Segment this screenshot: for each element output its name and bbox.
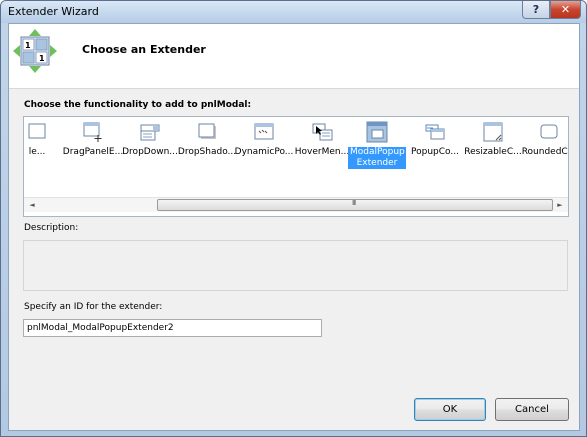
extender-item[interactable]: DropDown... [119, 117, 181, 197]
close-button[interactable]: ✕ [550, 1, 581, 19]
help-button[interactable]: ? [522, 1, 550, 19]
window-title: Extender Wizard [8, 5, 99, 18]
dialog-client-area: 1 1 Choose an Extender Choose the functi… [8, 23, 580, 431]
scroll-right-arrow-icon[interactable]: ► [553, 198, 567, 212]
extender-label: DropShado... [177, 147, 237, 157]
svg-text:1: 1 [25, 41, 31, 50]
extender-label: RoundedC... [521, 147, 568, 157]
extender-label: HoverMen... [294, 147, 350, 157]
extender-item[interactable]: PopupCo... [404, 117, 466, 197]
scroll-left-arrow-icon[interactable]: ◄ [25, 198, 39, 212]
scroll-grip-icon: III [352, 199, 356, 207]
extender-label: DropDown... [122, 147, 178, 157]
header-title: Choose an Extender [82, 43, 206, 56]
extender-label: ModalPopup Extender [348, 147, 406, 169]
extender-items: le... DragPanelE... DropDown... DropShad… [24, 117, 568, 197]
functionality-label: Choose the functionality to add to pnlMo… [24, 100, 252, 110]
id-field-label: Specify an ID for the extender: [24, 302, 163, 312]
drop-shadow-icon [198, 123, 216, 139]
extender-label: le... [28, 147, 46, 157]
extender-label: PopupCo... [411, 147, 459, 157]
extender-label: ResizableC... [464, 147, 522, 157]
extender-wizard-window: Extender Wizard ? ✕ 1 1 Choose an Extend… [0, 0, 587, 437]
scroll-thumb[interactable]: III [157, 199, 553, 211]
extender-label: DynamicPo... [234, 147, 294, 157]
extender-item[interactable]: HoverMen... [291, 117, 353, 197]
hover-menu-icon [312, 123, 333, 141]
extender-item-selected[interactable]: ModalPopup Extender [346, 117, 408, 197]
dynamic-populate-icon [254, 123, 274, 140]
extender-item[interactable]: DragPanelE... [62, 117, 124, 197]
popup-control-icon [425, 124, 445, 140]
cancel-button[interactable]: Cancel [495, 398, 569, 421]
horizontal-scrollbar[interactable]: ◄ III ► [24, 197, 568, 212]
extender-label: DragPanelE... [62, 147, 124, 157]
title-bar[interactable]: Extender Wizard ? ✕ [1, 1, 586, 23]
wizard-grid-icon: 1 1 [13, 29, 57, 73]
partial-extender-icon [28, 123, 46, 139]
extender-list[interactable]: le... DragPanelE... DropDown... DropShad… [23, 116, 569, 217]
drag-panel-icon [83, 122, 102, 142]
wizard-header: 1 1 Choose an Extender [9, 24, 579, 89]
ok-button[interactable]: OK [414, 398, 486, 421]
extender-item[interactable]: DropShado... [176, 117, 238, 197]
dropdown-icon [140, 124, 160, 141]
extender-item[interactable]: RoundedC... [518, 117, 568, 197]
resizable-control-icon [483, 122, 503, 142]
extender-item[interactable]: DynamicPo... [233, 117, 295, 197]
rounded-corners-icon [540, 124, 558, 139]
svg-text:1: 1 [39, 54, 45, 63]
modal-popup-icon [366, 121, 388, 143]
description-box [23, 240, 568, 291]
description-label: Description: [24, 223, 79, 233]
extender-item[interactable]: ResizableC... [462, 117, 524, 197]
extender-id-input[interactable] [23, 319, 322, 337]
